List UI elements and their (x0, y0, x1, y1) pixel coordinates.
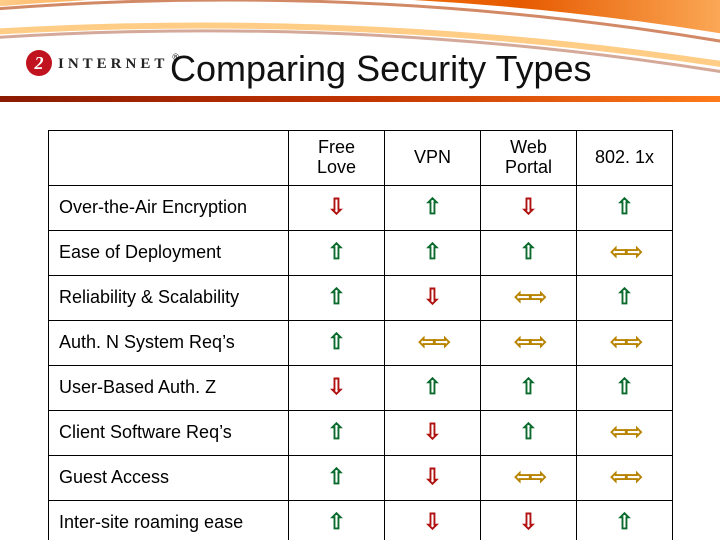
arrow-side-icon: ⇦⇨ (418, 331, 447, 353)
rating-cell: ⇩ (481, 185, 577, 230)
rating-cell: ⇧ (385, 185, 481, 230)
rating-cell: ⇧ (289, 320, 385, 365)
col-header: Free Love (289, 131, 385, 186)
rating-cell: ⇦⇨ (577, 230, 673, 275)
table-row: Auth. N System Req’s ⇧ ⇦⇨ ⇦⇨ ⇦⇨ (49, 320, 673, 365)
rating-cell: ⇧ (289, 455, 385, 500)
table-row: Guest Access ⇧ ⇩ ⇦⇨ ⇦⇨ (49, 455, 673, 500)
col-header: 802. 1x (577, 131, 673, 186)
rating-cell: ⇧ (289, 410, 385, 455)
col-header: VPN (385, 131, 481, 186)
rating-cell: ⇧ (289, 230, 385, 275)
arrow-down-icon: ⇩ (423, 421, 441, 443)
arrow-up-icon: ⇧ (519, 376, 537, 398)
rating-cell: ⇩ (385, 455, 481, 500)
table-row: Inter-site roaming ease ⇧ ⇩ ⇩ ⇧ (49, 500, 673, 540)
table-row: Ease of Deployment ⇧ ⇧ ⇧ ⇦⇨ (49, 230, 673, 275)
rating-cell: ⇧ (577, 500, 673, 540)
row-label: Guest Access (49, 455, 289, 500)
rating-cell: ⇩ (385, 275, 481, 320)
rating-cell: ⇩ (481, 500, 577, 540)
rating-cell: ⇧ (385, 365, 481, 410)
arrow-side-icon: ⇦⇨ (610, 421, 639, 443)
row-label: Over-the-Air Encryption (49, 185, 289, 230)
arrow-down-icon: ⇩ (327, 376, 345, 398)
arrow-down-icon: ⇩ (519, 196, 537, 218)
rating-cell: ⇧ (577, 365, 673, 410)
rating-cell: ⇦⇨ (481, 275, 577, 320)
row-label: Reliability & Scalability (49, 275, 289, 320)
arrow-down-icon: ⇩ (519, 511, 537, 533)
arrow-up-icon: ⇧ (423, 241, 441, 263)
arrow-down-icon: ⇩ (423, 511, 441, 533)
arrow-up-icon: ⇧ (615, 376, 633, 398)
row-label: Inter-site roaming ease (49, 500, 289, 540)
rating-cell: ⇧ (289, 500, 385, 540)
col-header: Web Portal (481, 131, 577, 186)
rating-cell: ⇦⇨ (385, 320, 481, 365)
arrow-up-icon: ⇧ (519, 241, 537, 263)
rating-cell: ⇦⇨ (577, 455, 673, 500)
arrow-up-icon: ⇧ (615, 511, 633, 533)
rating-cell: ⇩ (289, 185, 385, 230)
arrow-up-icon: ⇧ (327, 286, 345, 308)
rating-cell: ⇧ (577, 275, 673, 320)
table-header-row: Free Love VPN Web Portal 802. 1x (49, 131, 673, 186)
table-row: Reliability & Scalability ⇧ ⇩ ⇦⇨ ⇧ (49, 275, 673, 320)
arrow-down-icon: ⇩ (423, 466, 441, 488)
rating-cell: ⇩ (385, 410, 481, 455)
internet2-logo: 2 INTERNET ® (26, 50, 179, 76)
row-label: User-Based Auth. Z (49, 365, 289, 410)
arrow-up-icon: ⇧ (615, 286, 633, 308)
rating-cell: ⇦⇨ (577, 320, 673, 365)
rating-cell: ⇧ (577, 185, 673, 230)
arrow-down-icon: ⇩ (327, 196, 345, 218)
arrow-up-icon: ⇧ (519, 421, 537, 443)
rating-cell: ⇧ (385, 230, 481, 275)
rating-cell: ⇦⇨ (481, 320, 577, 365)
logo-glyph-circle: 2 (26, 50, 52, 76)
table-row: Client Software Req’s ⇧ ⇩ ⇧ ⇦⇨ (49, 410, 673, 455)
arrow-side-icon: ⇦⇨ (514, 331, 543, 353)
rating-cell: ⇦⇨ (577, 410, 673, 455)
arrow-up-icon: ⇧ (327, 466, 345, 488)
arrow-side-icon: ⇦⇨ (610, 331, 639, 353)
header-blank (49, 131, 289, 186)
rating-cell: ⇩ (289, 365, 385, 410)
slide-title: Comparing Security Types (170, 48, 700, 90)
arrow-side-icon: ⇦⇨ (610, 241, 639, 263)
comparison-table: Free Love VPN Web Portal 802. 1x Over-th… (48, 130, 673, 540)
table-row: Over-the-Air Encryption ⇩ ⇧ ⇩ ⇧ (49, 185, 673, 230)
rating-cell: ⇧ (289, 275, 385, 320)
row-label: Client Software Req’s (49, 410, 289, 455)
rating-cell: ⇩ (385, 500, 481, 540)
arrow-up-icon: ⇧ (423, 376, 441, 398)
rating-cell: ⇧ (481, 365, 577, 410)
arrow-side-icon: ⇦⇨ (610, 466, 639, 488)
arrow-down-icon: ⇩ (423, 286, 441, 308)
rating-cell: ⇧ (481, 230, 577, 275)
row-label: Ease of Deployment (49, 230, 289, 275)
arrow-up-icon: ⇧ (327, 511, 345, 533)
logo-wordmark: INTERNET (58, 56, 168, 73)
arrow-up-icon: ⇧ (615, 196, 633, 218)
arrow-up-icon: ⇧ (327, 331, 345, 353)
rating-cell: ⇧ (481, 410, 577, 455)
arrow-up-icon: ⇧ (327, 241, 345, 263)
table-row: User-Based Auth. Z ⇩ ⇧ ⇧ ⇧ (49, 365, 673, 410)
arrow-side-icon: ⇦⇨ (514, 466, 543, 488)
row-label: Auth. N System Req’s (49, 320, 289, 365)
slide-header: 2 INTERNET ® Comparing Security Types (0, 0, 720, 105)
arrow-side-icon: ⇦⇨ (514, 286, 543, 308)
arrow-up-icon: ⇧ (423, 196, 441, 218)
rating-cell: ⇦⇨ (481, 455, 577, 500)
arrow-up-icon: ⇧ (327, 421, 345, 443)
